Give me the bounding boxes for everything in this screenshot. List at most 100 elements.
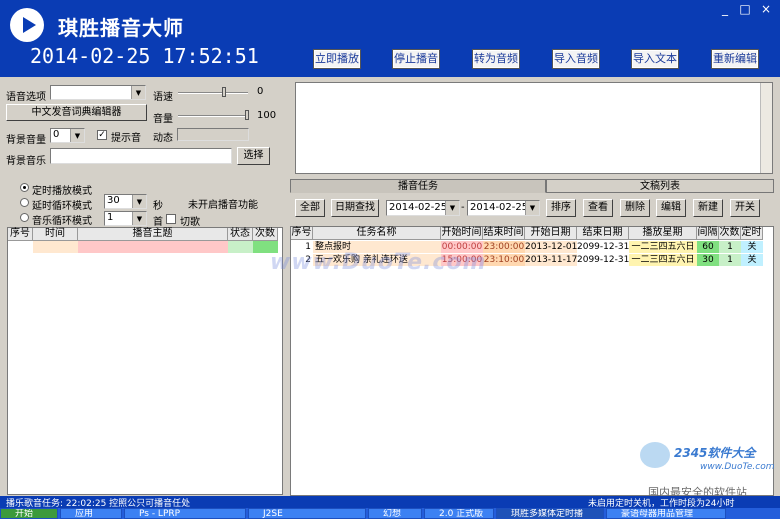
col-topic: 播音主题	[78, 228, 228, 241]
taskbar-item[interactable]: Ps - LPRP	[124, 508, 246, 519]
first-label: 首	[153, 217, 163, 228]
date-search-button[interactable]: 日期查找	[331, 199, 379, 217]
row-timer: 关	[741, 254, 763, 266]
to-date-picker[interactable]: 2014-02-25 ▼	[467, 200, 540, 216]
site-watermark: 2345软件大全 www.DuoTe.com 国内最安全的软件站	[640, 440, 775, 499]
maximize-button[interactable]: □	[735, 2, 755, 16]
timed-mode-radio[interactable]	[20, 183, 29, 192]
col-status: 状态	[228, 228, 253, 241]
bg-music-input[interactable]	[50, 148, 232, 164]
col-start-time: 开始时间	[441, 227, 483, 240]
prompt-sound-checkbox[interactable]: ✓	[97, 130, 107, 140]
tab-draft-list[interactable]: 文稿列表	[546, 179, 774, 193]
col-time: 时间	[33, 228, 78, 241]
prompt-sound-label: 提示音	[111, 133, 141, 144]
all-button[interactable]: 全部	[295, 199, 325, 217]
delay-mode-label: 延时循环模式	[32, 201, 92, 212]
delay-seconds-value: 30	[107, 195, 120, 206]
taskbar-item[interactable]: 2.0 正式版	[424, 508, 494, 519]
row-end-date: 2099-12-31	[577, 242, 629, 252]
col-weekdays: 播放星期	[629, 227, 697, 240]
switch-song-checkbox[interactable]	[166, 214, 176, 224]
status-cell	[228, 241, 253, 253]
col-times: 次数	[719, 227, 741, 240]
row-start-date: 2013-12-01	[525, 241, 577, 253]
col-end-date: 结束日期	[577, 227, 629, 240]
chevron-down-icon: ▼	[132, 212, 146, 225]
row-weekdays: 一二三四五六日	[629, 241, 697, 253]
time-cell	[33, 241, 78, 253]
chevron-down-icon: ▼	[525, 201, 539, 215]
start-button[interactable]: 开始	[0, 508, 58, 519]
col-count: 次数	[253, 228, 278, 241]
music-mode-label: 音乐循环模式	[32, 216, 92, 227]
from-date-picker[interactable]: 2014-02-25 ▼	[386, 200, 460, 216]
col-interval: 间隔	[697, 227, 719, 240]
music-start-select[interactable]: 1 ▼	[104, 211, 147, 226]
col-start-date: 开始日期	[525, 227, 577, 240]
date-separator: -	[461, 202, 465, 213]
minimize-button[interactable]: _	[715, 2, 735, 16]
row-start-date: 2013-11-17	[525, 254, 577, 266]
row-end-time: 23:10:00	[483, 254, 525, 266]
volume-value: 100	[257, 110, 277, 121]
dictionary-editor-button[interactable]: 中文发音词典编辑器	[6, 104, 147, 121]
chevron-down-icon: ▼	[445, 201, 459, 215]
brand-url: www.DuoTe.com	[700, 462, 775, 472]
mascot-icon	[640, 442, 670, 468]
broadcast-status-label: 未开启播音功能	[188, 200, 258, 211]
stop-broadcast-button[interactable]: 停止播音	[392, 49, 440, 69]
switch-song-label: 切歌	[180, 217, 200, 228]
play-now-button[interactable]: 立即播放	[313, 49, 361, 69]
header-bar: 琪胜播音大师 2014-02-25 17:52:51 _ □ × 立即播放 停止…	[0, 0, 780, 77]
re-edit-button[interactable]: 重新编辑	[711, 49, 759, 69]
speed-slider[interactable]	[178, 92, 248, 94]
taskbar-item[interactable]: 应用	[60, 508, 122, 519]
taskbar-item[interactable]: 豪语母器用品管理	[606, 508, 726, 519]
col-index: 序号	[8, 228, 33, 241]
choose-music-button[interactable]: 选择	[237, 147, 270, 165]
sort-button[interactable]: 排序	[546, 199, 576, 217]
dynamic-meter	[177, 128, 249, 141]
music-start-value: 1	[107, 212, 114, 223]
row-timer: 关	[741, 241, 763, 253]
timed-playlist-table: 序号 时间 播音主题 状态 次数	[7, 227, 283, 495]
delete-button[interactable]: 删除	[620, 199, 650, 217]
col-task-name: 任务名称	[313, 227, 441, 240]
bg-volume-select[interactable]: 0 ▼	[50, 128, 85, 143]
volume-slider[interactable]	[178, 115, 248, 117]
delay-seconds-select[interactable]: 30 ▼	[104, 194, 147, 209]
voice-label: 语音选项	[6, 92, 46, 103]
new-button[interactable]: 新建	[693, 199, 723, 217]
volume-slider-thumb[interactable]	[245, 110, 249, 120]
speed-value: 0	[257, 86, 264, 97]
music-mode-radio[interactable]	[20, 213, 29, 222]
watermark: www.DuoTe.com	[270, 250, 487, 275]
row-times: 1	[719, 254, 741, 266]
close-button[interactable]: ×	[756, 2, 776, 16]
col-timer: 定时	[741, 227, 763, 240]
topic-cell	[78, 241, 228, 253]
taskbar-item-active[interactable]: 琪胜多媒体定时播	[496, 508, 604, 519]
row-weekdays: 一二三四五六日	[629, 254, 697, 266]
import-audio-button[interactable]: 导入音频	[552, 49, 600, 69]
editor-scrollbar[interactable]	[760, 83, 772, 173]
toggle-button[interactable]: 开关	[730, 199, 760, 217]
edit-button[interactable]: 编辑	[656, 199, 686, 217]
windows-taskbar: 开始 应用 Ps - LPRP J2SE 幻想 2.0 正式版 琪胜多媒体定时播…	[0, 508, 780, 519]
chevron-down-icon: ▼	[131, 86, 145, 99]
voice-select[interactable]: ▼	[50, 85, 146, 100]
clock-display: 2014-02-25 17:52:51	[30, 44, 259, 68]
taskbar-item[interactable]: J2SE	[248, 508, 366, 519]
delay-mode-radio[interactable]	[20, 198, 29, 207]
row-end-time: 23:00:00	[483, 241, 525, 253]
view-button[interactable]: 查看	[583, 199, 613, 217]
convert-audio-button[interactable]: 转为音频	[472, 49, 520, 69]
tab-broadcast-tasks[interactable]: 播音任务	[290, 179, 546, 193]
import-text-button[interactable]: 导入文本	[631, 49, 679, 69]
speed-slider-thumb[interactable]	[222, 87, 226, 97]
play-logo-icon	[10, 8, 44, 42]
col-task-index: 序号	[291, 227, 313, 240]
taskbar-item[interactable]: 幻想	[368, 508, 422, 519]
broadcast-text-editor[interactable]	[295, 82, 773, 174]
